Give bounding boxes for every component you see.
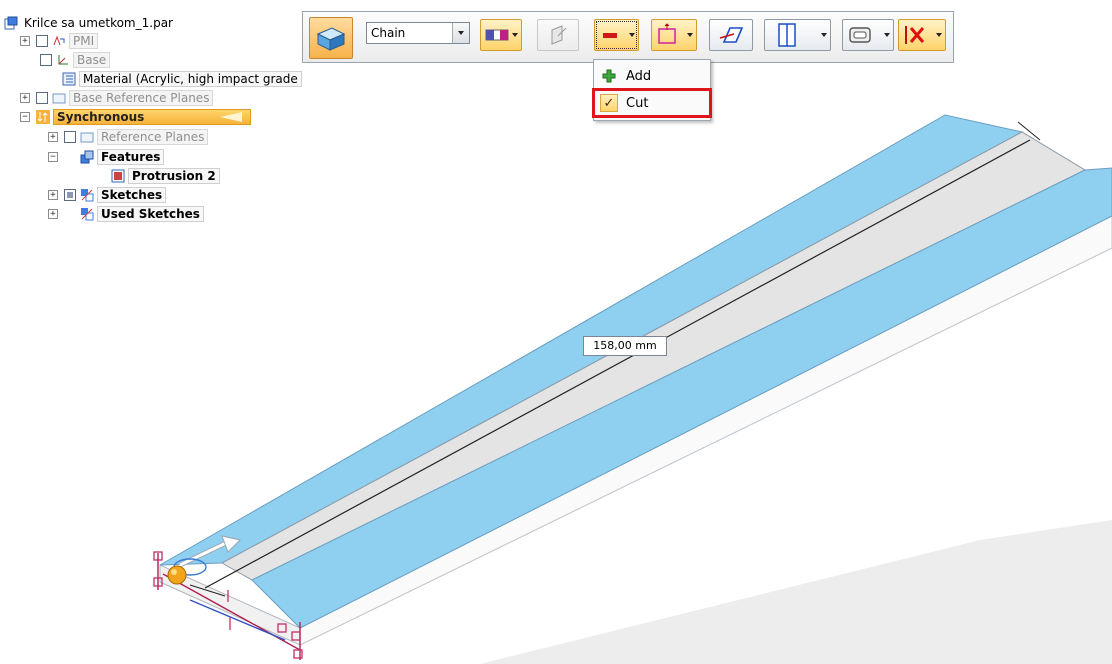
extent-icon xyxy=(778,23,796,47)
expand-button[interactable]: + xyxy=(48,209,58,219)
tree-node-pmi[interactable]: + PMI xyxy=(20,33,99,49)
tree-node-base-reference-planes[interactable]: + Base Reference Planes xyxy=(20,90,214,106)
tree-node-reference-planes[interactable]: + Reference Planes xyxy=(48,129,209,145)
extent-button[interactable] xyxy=(764,19,831,51)
part-document-icon xyxy=(4,16,18,30)
tree-label-features: Features xyxy=(97,149,165,165)
checkmark-icon: ✓ xyxy=(600,94,618,112)
visibility-checkbox[interactable] xyxy=(64,189,76,201)
chevron-down-icon xyxy=(626,20,638,50)
tree-label-material: Material (Acrylic, high impact grade xyxy=(79,71,302,87)
chevron-down-icon xyxy=(684,20,696,50)
treatment-icon xyxy=(658,23,676,44)
chevron-down-icon xyxy=(452,23,469,43)
selection-mode-value: Chain xyxy=(371,26,406,40)
tree-label-base-reference-planes: Base Reference Planes xyxy=(69,90,214,106)
extrude-step-button[interactable] xyxy=(309,17,353,59)
reference-plane-icon xyxy=(52,93,66,104)
pmi-icon xyxy=(53,35,65,46)
add-cut-menu: Add ✓ Cut xyxy=(592,59,712,121)
close-icon xyxy=(905,26,925,44)
closed-profile-icon xyxy=(849,27,871,43)
tree-label-root: Krilce sa umetkom_1.par xyxy=(24,16,173,30)
tree-label-pmi: PMI xyxy=(69,33,99,49)
chevron-down-icon xyxy=(509,20,521,50)
profile-type-button[interactable] xyxy=(842,19,894,51)
tree-label-base: Base xyxy=(73,52,111,68)
cancel-button[interactable] xyxy=(898,19,946,51)
reference-plane-icon xyxy=(80,132,94,143)
menu-item-add[interactable]: Add xyxy=(594,63,710,89)
add-cut-button[interactable] xyxy=(594,19,639,51)
cut-mode-icon xyxy=(603,33,617,38)
menu-item-add-label: Add xyxy=(626,68,652,84)
tree-label-protrusion: Protrusion 2 xyxy=(128,168,220,184)
visibility-checkbox[interactable] xyxy=(40,54,52,66)
command-bar: Chain xyxy=(302,11,954,63)
sketch-icon xyxy=(81,208,94,221)
sketch-icon xyxy=(81,189,94,202)
tree-node-used-sketches[interactable]: + Used Sketches xyxy=(48,206,204,222)
visibility-checkbox[interactable] xyxy=(36,92,48,104)
material-table-icon xyxy=(62,72,76,86)
part-face-center xyxy=(220,131,1087,581)
tree-node-sketches[interactable]: + Sketches xyxy=(48,187,167,203)
tree-label-sketches: Sketches xyxy=(97,187,167,203)
selection-mode-select[interactable]: Chain xyxy=(366,22,470,44)
collapse-button[interactable]: − xyxy=(48,152,58,162)
features-icon xyxy=(80,150,94,164)
dimension-line xyxy=(204,139,1031,589)
expand-button[interactable]: + xyxy=(48,132,58,142)
plane-lock-button[interactable] xyxy=(709,19,753,51)
chevron-down-icon xyxy=(933,20,945,50)
tree-node-synchronous[interactable]: − Synchronous xyxy=(20,109,251,125)
tree-node-protrusion[interactable]: Protrusion 2 xyxy=(111,168,220,184)
plane-lock-icon xyxy=(719,27,744,43)
collapse-button[interactable]: − xyxy=(20,112,30,122)
menu-item-cut[interactable]: ✓ Cut xyxy=(592,88,712,118)
chevron-down-icon xyxy=(818,20,830,50)
visibility-checkbox[interactable] xyxy=(64,131,76,143)
floor-shadow xyxy=(480,520,1112,664)
synchronous-icon xyxy=(36,110,50,124)
expand-button[interactable]: + xyxy=(20,36,30,46)
menu-item-cut-label: Cut xyxy=(626,95,649,111)
tree-node-base[interactable]: Base xyxy=(40,52,111,68)
keypoints-button[interactable] xyxy=(537,19,579,51)
tree-node-features[interactable]: − Features xyxy=(48,149,165,165)
extrude-step-icon xyxy=(316,27,346,51)
keypoints-icon xyxy=(551,25,567,45)
expand-button[interactable]: + xyxy=(48,190,58,200)
tree-node-material[interactable]: Material (Acrylic, high impact grade xyxy=(62,71,302,87)
extent-side-icon xyxy=(485,29,509,41)
treatment-button[interactable] xyxy=(651,19,697,51)
protrusion-icon xyxy=(111,169,125,183)
tree-node-root[interactable]: Krilce sa umetkom_1.par xyxy=(4,15,176,31)
tree-label-reference-planes: Reference Planes xyxy=(97,129,209,145)
coordinate-system-icon xyxy=(58,55,68,65)
extent-side-button[interactable] xyxy=(480,19,522,51)
tree-label-synchronous: Synchronous xyxy=(53,109,251,125)
plus-icon xyxy=(602,69,616,83)
visibility-checkbox[interactable] xyxy=(36,35,48,47)
dimension-value-box[interactable]: 158,00 mm xyxy=(583,336,667,356)
expand-button[interactable]: + xyxy=(20,93,30,103)
tree-label-used-sketches: Used Sketches xyxy=(97,206,204,222)
chevron-down-icon xyxy=(881,20,893,50)
